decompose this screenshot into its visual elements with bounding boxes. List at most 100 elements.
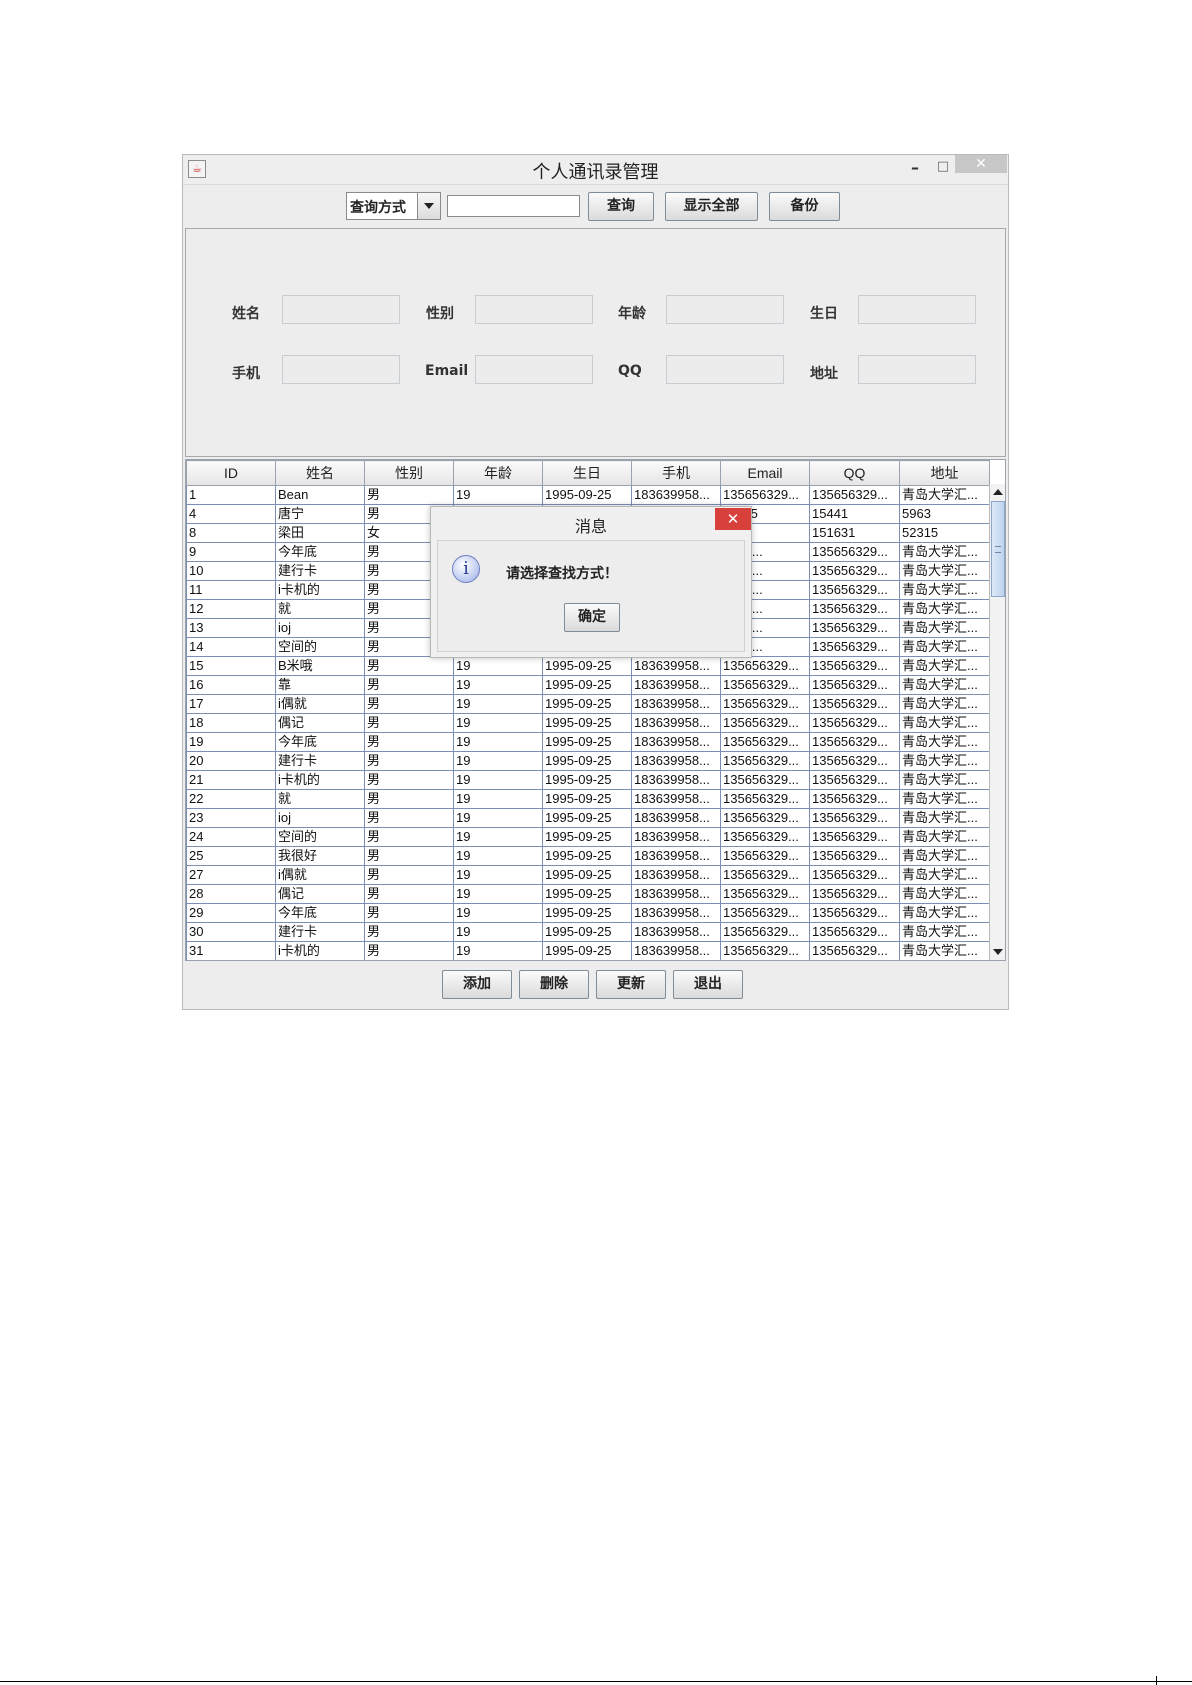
cell-birthday[interactable]: 1995-09-25 bbox=[542, 903, 632, 923]
cell-age[interactable]: 19 bbox=[453, 675, 543, 695]
cell-address[interactable]: 5963 bbox=[899, 504, 990, 524]
cell-name[interactable]: 空间的 bbox=[275, 637, 365, 657]
cell-address[interactable]: 青岛大学汇... bbox=[899, 732, 990, 752]
cell-age[interactable]: 19 bbox=[453, 865, 543, 885]
cell-address[interactable]: 青岛大学汇... bbox=[899, 865, 990, 885]
cell-email[interactable]: 135656329... bbox=[720, 770, 810, 790]
gender-field[interactable] bbox=[475, 295, 593, 324]
cell-phone[interactable]: 183639958... bbox=[631, 485, 721, 505]
cell-name[interactable]: 偶记 bbox=[275, 713, 365, 733]
cell-birthday[interactable]: 1995-09-25 bbox=[542, 827, 632, 847]
cell-birthday[interactable]: 1995-09-25 bbox=[542, 485, 632, 505]
query-button[interactable]: 查询 bbox=[588, 192, 654, 221]
cell-gender[interactable]: 男 bbox=[364, 865, 454, 885]
cell-id[interactable]: 8 bbox=[186, 523, 276, 543]
cell-age[interactable]: 19 bbox=[453, 713, 543, 733]
cell-address[interactable]: 青岛大学汇... bbox=[899, 542, 990, 562]
cell-qq[interactable]: 135656329... bbox=[809, 751, 900, 771]
cell-age[interactable]: 19 bbox=[453, 770, 543, 790]
cell-id[interactable]: 13 bbox=[186, 618, 276, 638]
update-button[interactable]: 更新 bbox=[596, 970, 666, 999]
column-header-address[interactable]: 地址 bbox=[899, 460, 990, 486]
column-header-email[interactable]: Email bbox=[720, 460, 810, 486]
cell-gender[interactable]: 男 bbox=[364, 713, 454, 733]
cell-birthday[interactable]: 1995-09-25 bbox=[542, 713, 632, 733]
table-row[interactable]: 19 今年底男 19 1995-09-25 183639958... 135656329.… bbox=[186, 732, 990, 752]
cell-name[interactable]: 梁田 bbox=[275, 523, 365, 543]
cell-birthday[interactable]: 1995-09-25 bbox=[542, 656, 632, 676]
cell-address[interactable]: 青岛大学汇... bbox=[899, 694, 990, 714]
cell-qq[interactable]: 135656329... bbox=[809, 713, 900, 733]
table-scrollbar[interactable] bbox=[989, 484, 1005, 960]
add-button[interactable]: 添加 bbox=[442, 970, 512, 999]
cell-email[interactable]: 135656329... bbox=[720, 827, 810, 847]
cell-id[interactable]: 18 bbox=[186, 713, 276, 733]
cell-gender[interactable]: 男 bbox=[364, 789, 454, 809]
search-input[interactable] bbox=[447, 195, 580, 217]
cell-birthday[interactable]: 1995-09-25 bbox=[542, 941, 632, 960]
ok-button[interactable]: 确定 bbox=[564, 603, 620, 632]
cell-phone[interactable]: 183639958... bbox=[631, 656, 721, 676]
cell-gender[interactable]: 男 bbox=[364, 732, 454, 752]
table-row[interactable]: 28 偶记男 19 1995-09-25 183639958... 135656329..… bbox=[186, 884, 990, 904]
column-header-qq[interactable]: QQ bbox=[809, 460, 900, 486]
query-mode-select[interactable]: 查询方式 bbox=[346, 192, 441, 220]
cell-name[interactable]: 就 bbox=[275, 789, 365, 809]
cell-name[interactable]: ioj bbox=[275, 618, 365, 638]
cell-address[interactable]: 青岛大学汇... bbox=[899, 580, 990, 600]
cell-name[interactable]: 就 bbox=[275, 599, 365, 619]
cell-email[interactable]: 135656329... bbox=[720, 732, 810, 752]
cell-qq[interactable]: 135656329... bbox=[809, 618, 900, 638]
cell-address[interactable]: 青岛大学汇... bbox=[899, 884, 990, 904]
cell-id[interactable]: 9 bbox=[186, 542, 276, 562]
cell-gender[interactable]: 男 bbox=[364, 827, 454, 847]
cell-qq[interactable]: 135656329... bbox=[809, 903, 900, 923]
close-button[interactable]: ✕ bbox=[955, 155, 1007, 173]
cell-qq[interactable]: 135656329... bbox=[809, 808, 900, 828]
cell-phone[interactable]: 183639958... bbox=[631, 732, 721, 752]
cell-name[interactable]: i卡机的 bbox=[275, 941, 365, 960]
cell-address[interactable]: 青岛大学汇... bbox=[899, 770, 990, 790]
table-row[interactable]: 15 B米哦男 19 1995-09-25 183639958... 135656329.… bbox=[186, 656, 990, 676]
cell-address[interactable]: 青岛大学汇... bbox=[899, 789, 990, 809]
table-row[interactable]: 22 就男 19 1995-09-25 183639958... 135656329...… bbox=[186, 789, 990, 809]
cell-address[interactable]: 青岛大学汇... bbox=[899, 675, 990, 695]
cell-id[interactable]: 29 bbox=[186, 903, 276, 923]
backup-button[interactable]: 备份 bbox=[769, 192, 840, 221]
cell-phone[interactable]: 183639958... bbox=[631, 751, 721, 771]
cell-address[interactable]: 青岛大学汇... bbox=[899, 485, 990, 505]
cell-id[interactable]: 27 bbox=[186, 865, 276, 885]
cell-phone[interactable]: 183639958... bbox=[631, 922, 721, 942]
cell-gender[interactable]: 男 bbox=[364, 884, 454, 904]
cell-address[interactable]: 青岛大学汇... bbox=[899, 941, 990, 960]
column-header-birthday[interactable]: 生日 bbox=[542, 460, 632, 486]
table-row[interactable]: 20 建行卡男 19 1995-09-25 183639958... 135656329.… bbox=[186, 751, 990, 771]
dialog-close-button[interactable]: ✕ bbox=[715, 508, 751, 530]
cell-age[interactable]: 19 bbox=[453, 846, 543, 866]
cell-phone[interactable]: 183639958... bbox=[631, 808, 721, 828]
table-row[interactable]: 17 i偶就男 19 1995-09-25 183639958... 135656329.… bbox=[186, 694, 990, 714]
cell-address[interactable]: 青岛大学汇... bbox=[899, 846, 990, 866]
cell-birthday[interactable]: 1995-09-25 bbox=[542, 694, 632, 714]
cell-address[interactable]: 青岛大学汇... bbox=[899, 903, 990, 923]
cell-name[interactable]: 建行卡 bbox=[275, 561, 365, 581]
cell-id[interactable]: 22 bbox=[186, 789, 276, 809]
cell-qq[interactable]: 135656329... bbox=[809, 675, 900, 695]
cell-email[interactable]: 135656329... bbox=[720, 865, 810, 885]
scroll-thumb[interactable] bbox=[991, 501, 1005, 597]
cell-birthday[interactable]: 1995-09-25 bbox=[542, 884, 632, 904]
cell-gender[interactable]: 男 bbox=[364, 922, 454, 942]
cell-id[interactable]: 11 bbox=[186, 580, 276, 600]
cell-email[interactable]: 135656329... bbox=[720, 922, 810, 942]
cell-email[interactable]: 135656329... bbox=[720, 846, 810, 866]
cell-email[interactable]: 135656329... bbox=[720, 808, 810, 828]
cell-id[interactable]: 20 bbox=[186, 751, 276, 771]
cell-phone[interactable]: 183639958... bbox=[631, 694, 721, 714]
cell-qq[interactable]: 135656329... bbox=[809, 846, 900, 866]
cell-address[interactable]: 青岛大学汇... bbox=[899, 561, 990, 581]
cell-birthday[interactable]: 1995-09-25 bbox=[542, 732, 632, 752]
cell-phone[interactable]: 183639958... bbox=[631, 713, 721, 733]
cell-qq[interactable]: 135656329... bbox=[809, 789, 900, 809]
table-row[interactable]: 30 建行卡男 19 1995-09-25 183639958... 135656329.… bbox=[186, 922, 990, 942]
cell-name[interactable]: 建行卡 bbox=[275, 751, 365, 771]
